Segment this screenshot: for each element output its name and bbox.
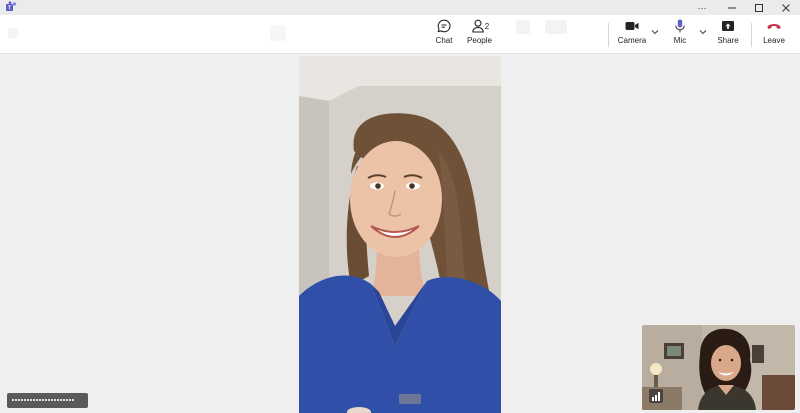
more-options-icon: ··· (697, 2, 707, 13)
microphone-icon (675, 19, 685, 33)
faded-button[interactable] (512, 18, 534, 51)
chat-label: Chat (435, 36, 453, 45)
camera-label: Camera (617, 36, 647, 45)
leave-button[interactable]: Leave (762, 18, 786, 51)
close-window-button[interactable] (772, 0, 800, 15)
faded-icon (8, 28, 18, 38)
participant-name-tag (7, 393, 88, 408)
participant-video[interactable] (299, 56, 501, 413)
people-button[interactable]: 2 People (466, 18, 493, 51)
faded-button[interactable] (541, 18, 571, 51)
chat-icon (437, 19, 451, 33)
teams-logo-icon: T (6, 1, 17, 12)
share-screen-icon (722, 21, 734, 31)
leave-label: Leave (763, 36, 785, 45)
faded-icon (516, 20, 530, 34)
name-tag-dots (12, 399, 74, 401)
self-view-video[interactable] (642, 325, 795, 410)
self-view-frame (642, 325, 795, 410)
svg-text:T: T (8, 6, 11, 12)
people-icon (472, 19, 484, 33)
mic-label: Mic (673, 36, 687, 45)
camera-button[interactable]: Camera (617, 18, 647, 51)
maximize-button[interactable] (745, 0, 773, 15)
share-label: Share (717, 36, 739, 45)
mic-options-chevron-down-icon[interactable] (698, 27, 708, 37)
share-button[interactable]: Share (717, 18, 739, 51)
people-label: People (467, 36, 492, 45)
minimize-icon (728, 7, 736, 8)
title-bar: T ··· (0, 0, 800, 15)
chat-button[interactable]: Chat (433, 18, 455, 51)
close-icon (782, 3, 790, 12)
meeting-toolbar: Chat 2 People Camera Mic Share Leave (0, 15, 800, 54)
camera-icon (625, 22, 639, 30)
faded-icon (545, 20, 567, 34)
toolbar-divider (608, 23, 609, 47)
camera-options-chevron-down-icon[interactable] (650, 27, 660, 37)
mic-button[interactable]: Mic (670, 18, 690, 51)
minimize-button[interactable] (718, 0, 746, 15)
participant-video-frame (299, 56, 501, 413)
faded-icon (270, 25, 286, 41)
more-options-button[interactable]: ··· (688, 0, 716, 15)
maximize-icon (755, 3, 763, 12)
hang-up-phone-icon (767, 24, 781, 29)
people-count: 2 (484, 22, 490, 31)
toolbar-divider (751, 23, 752, 47)
